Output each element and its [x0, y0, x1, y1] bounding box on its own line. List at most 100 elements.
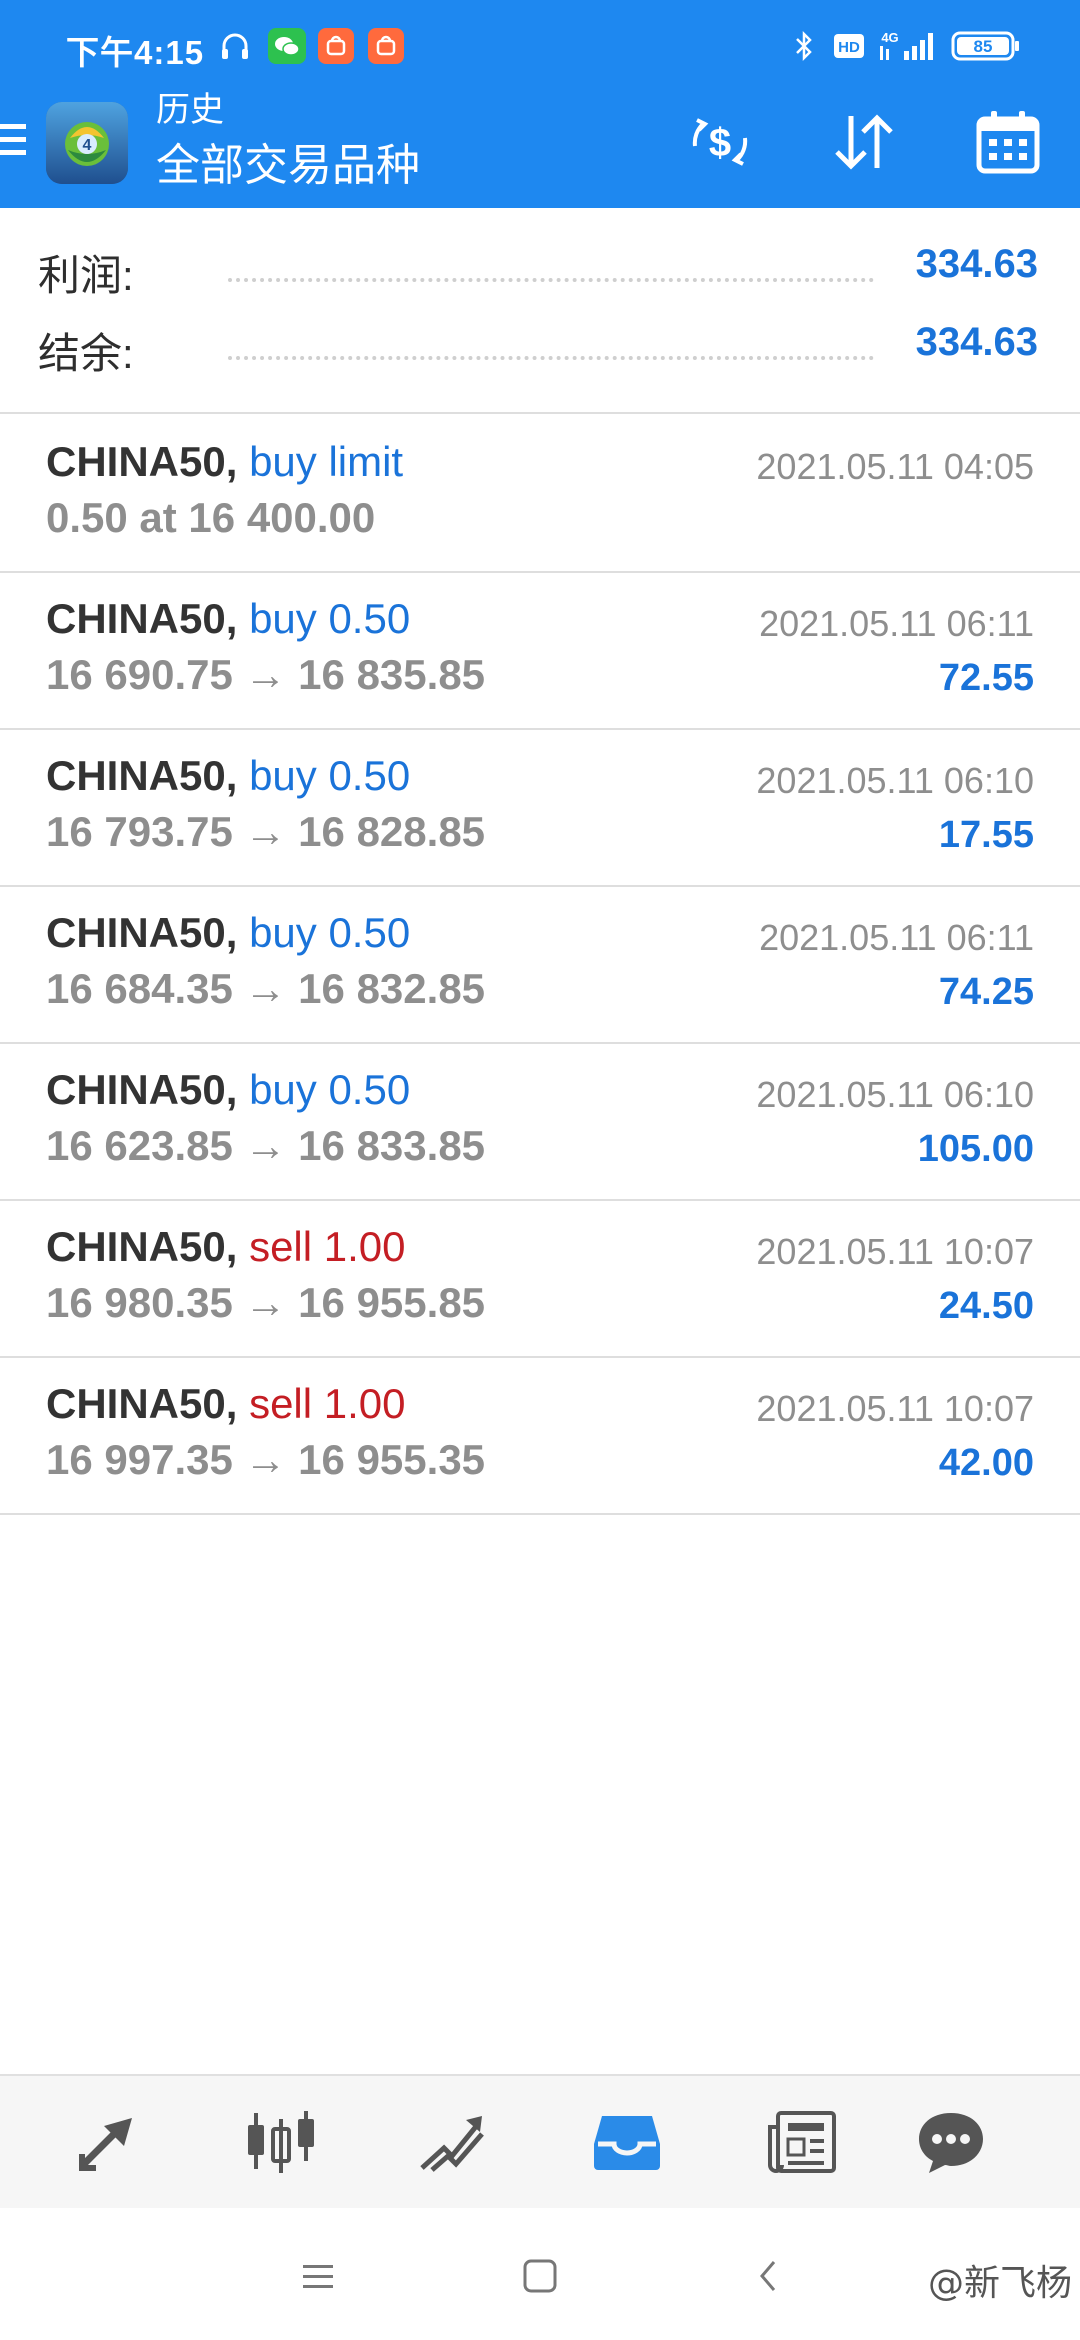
deal-type: buy 0.50 — [249, 909, 411, 956]
tab-quotes[interactable] — [64, 2100, 154, 2184]
back-icon — [760, 2261, 776, 2291]
deal-prices: 16 684.35 → 16 832.85 — [46, 965, 486, 1012]
date-range-button[interactable] — [970, 104, 1046, 180]
balance-label: 结余: — [38, 330, 134, 377]
deal-time: 2021.05.11 10:07 — [756, 1231, 1034, 1272]
page-title: 历史 — [156, 91, 224, 129]
tab-history[interactable] — [582, 2100, 672, 2184]
currency-exchange-icon: $ — [692, 118, 748, 166]
deal-symbol-line: CHINA50, sell 1.00 — [46, 1223, 406, 1271]
deal-time: 2021.05.11 06:10 — [756, 760, 1034, 801]
tab-trade[interactable] — [408, 2100, 498, 2184]
deal-symbol: CHINA50, — [46, 595, 238, 642]
chart-icon — [248, 2111, 314, 2173]
network-type: 4G — [881, 30, 898, 45]
quotes-icon — [79, 2118, 132, 2171]
deal-time: 2021.05.11 06:10 — [756, 1074, 1034, 1115]
deal-time: 2021.05.11 06:11 — [759, 917, 1034, 958]
svg-text:HD: HD — [838, 39, 860, 56]
dotted-leader — [228, 356, 874, 360]
deal-prices: 0.50 at 16 400.00 — [46, 494, 376, 541]
profit-value: 334.63 — [915, 242, 1038, 286]
chat-icon — [919, 2113, 983, 2173]
deal-row[interactable]: CHINA50, buy 0.50 16 623.85 → 16 833.85 … — [0, 1044, 1080, 1201]
deal-symbol: CHINA50, — [46, 909, 238, 956]
deal-profit: 17.55 — [938, 814, 1034, 856]
profit-label: 利润: — [38, 252, 134, 299]
deal-symbol-line: CHINA50, buy 0.50 — [46, 595, 410, 643]
dotted-leader — [228, 278, 874, 282]
deal-symbol-line: CHINA50, buy 0.50 — [46, 909, 410, 957]
deal-symbol: CHINA50, — [46, 1066, 238, 1113]
deal-profit: 105.00 — [917, 1128, 1034, 1170]
deal-symbol: CHINA50, — [46, 1380, 238, 1427]
home-icon — [523, 2259, 557, 2293]
symbol-filter[interactable]: 全部交易品种 — [156, 140, 420, 192]
deal-symbol-line: CHINA50, buy 0.50 — [46, 1066, 410, 1114]
hd-icon: HD — [832, 28, 866, 64]
deal-symbol: CHINA50, — [46, 438, 238, 485]
back-button[interactable] — [740, 2248, 796, 2304]
deal-symbol-line: CHINA50, sell 1.00 — [46, 1380, 406, 1428]
balance-value: 334.63 — [915, 320, 1038, 364]
deal-profit: 72.55 — [938, 657, 1034, 699]
deal-time: 2021.05.11 04:05 — [756, 446, 1034, 487]
battery-icon: 85 — [950, 28, 1022, 64]
history-summary: 利润: 334.63 结余: 334.63 — [0, 208, 1080, 414]
status-time: 下午4:15 — [66, 34, 205, 71]
deal-type: buy 0.50 — [249, 1066, 411, 1113]
currency-filter-button[interactable]: $ — [682, 104, 758, 180]
deal-list: CHINA50, buy limit 0.50 at 16 400.00 202… — [0, 416, 1080, 1515]
svg-text:4: 4 — [83, 137, 92, 154]
deal-row[interactable]: CHINA50, buy limit 0.50 at 16 400.00 202… — [0, 416, 1080, 573]
headset-icon — [216, 28, 254, 64]
calendar-icon — [976, 111, 1040, 174]
hamburger-icon — [0, 124, 26, 155]
deal-symbol: CHINA50, — [46, 1223, 238, 1270]
mi-store-icon — [318, 28, 354, 64]
deal-type: buy limit — [249, 438, 404, 485]
tab-chart[interactable] — [236, 2100, 326, 2184]
deal-time: 2021.05.11 10:07 — [756, 1388, 1034, 1429]
deal-row[interactable]: CHINA50, buy 0.50 16 690.75 → 16 835.85 … — [0, 573, 1080, 730]
trade-icon — [420, 2116, 484, 2172]
status-bar: 下午4:15 HD 4G 85 — [0, 0, 1080, 92]
deal-symbol-line: CHINA50, buy 0.50 — [46, 752, 410, 800]
deal-time: 2021.05.11 06:11 — [759, 603, 1034, 644]
bottom-tab-bar — [0, 2074, 1080, 2208]
deal-type: sell 1.00 — [249, 1223, 406, 1270]
home-button[interactable] — [512, 2248, 568, 2304]
deal-type: buy 0.50 — [249, 595, 411, 642]
news-icon — [768, 2111, 836, 2173]
deal-row[interactable]: CHINA50, buy 0.50 16 684.35 → 16 832.85 … — [0, 887, 1080, 1044]
sort-icon — [835, 114, 893, 170]
deal-prices: 16 793.75 → 16 828.85 — [46, 808, 486, 855]
menu-icon — [303, 2265, 333, 2288]
deal-profit: 42.00 — [938, 1442, 1034, 1484]
app-header: 下午4:15 HD 4G 85 4 历史 全部交易品种 $ — [0, 0, 1080, 208]
tab-news[interactable] — [756, 2100, 846, 2184]
deal-row[interactable]: CHINA50, sell 1.00 16 980.35 → 16 955.85… — [0, 1201, 1080, 1358]
menu-button[interactable] — [0, 116, 30, 164]
deal-row[interactable]: CHINA50, sell 1.00 16 997.35 → 16 955.35… — [0, 1358, 1080, 1515]
deal-symbol: CHINA50, — [46, 752, 238, 799]
deal-prices: 16 997.35 → 16 955.35 — [46, 1436, 486, 1483]
deal-prices: 16 980.35 → 16 955.85 — [46, 1279, 486, 1326]
battery-level: 85 — [974, 37, 993, 56]
recent-apps-button[interactable] — [290, 2248, 346, 2304]
signal-icon: 4G — [876, 28, 938, 64]
deal-row[interactable]: CHINA50, buy 0.50 16 793.75 → 16 828.85 … — [0, 730, 1080, 887]
wechat-icon — [268, 28, 306, 64]
deal-profit: 74.25 — [938, 971, 1034, 1013]
history-icon — [594, 2116, 660, 2170]
tab-chat[interactable] — [906, 2100, 996, 2184]
sort-button[interactable] — [826, 104, 902, 180]
deal-prices: 16 690.75 → 16 835.85 — [46, 651, 486, 698]
deal-type: sell 1.00 — [249, 1380, 406, 1427]
deal-symbol-line: CHINA50, buy limit — [46, 438, 403, 486]
deal-prices: 16 623.85 → 16 833.85 — [46, 1122, 486, 1169]
metatrader-logo: 4 — [46, 102, 128, 184]
balance-row: 结余: 334.63 — [0, 314, 1080, 384]
deal-type: buy 0.50 — [249, 752, 411, 799]
profit-row: 利润: 334.63 — [0, 236, 1080, 306]
